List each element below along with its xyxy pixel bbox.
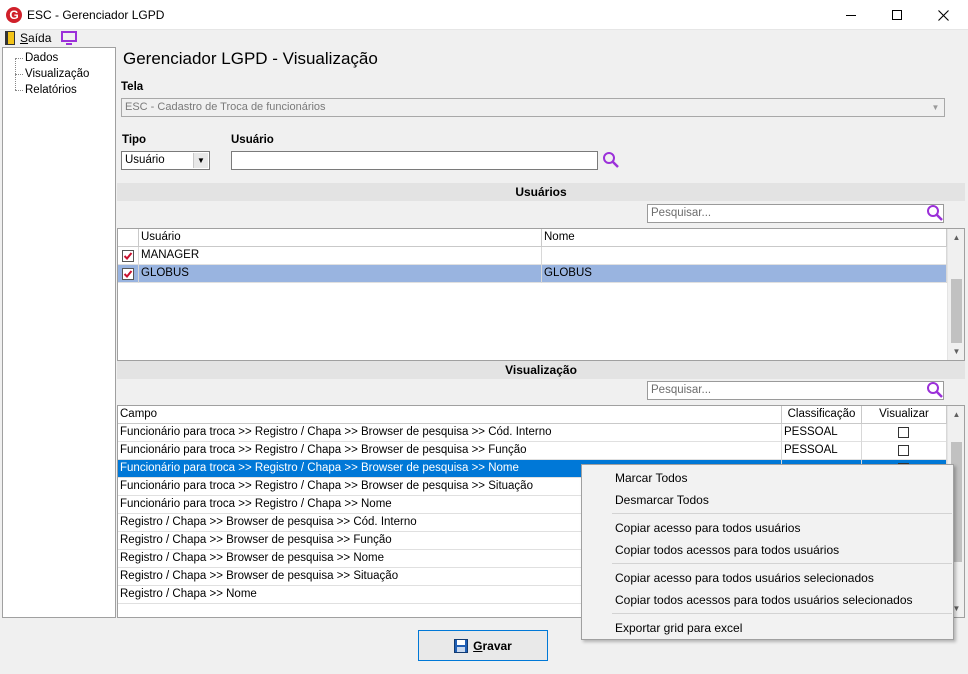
row-indicator-header	[118, 229, 139, 247]
tree-connector	[15, 90, 23, 91]
usuarios-section-header: Usuários	[117, 183, 965, 201]
save-button[interactable]: Gravar	[418, 630, 548, 661]
cell-campo: Funcionário para troca >> Registro / Cha…	[118, 424, 782, 442]
menu-separator	[612, 513, 952, 514]
visualizacao-grid-header: Campo Classificação Visualizar	[118, 406, 947, 424]
maximize-icon	[892, 10, 902, 20]
window-title: ESC - Gerenciador LGPD	[27, 8, 165, 22]
context-menu: Marcar Todos Desmarcar Todos Copiar aces…	[581, 464, 954, 640]
scroll-up-icon[interactable]: ▲	[948, 229, 964, 246]
cell-nome: GLOBUS	[542, 265, 947, 283]
floppy-disk-icon	[454, 638, 469, 653]
visualizar-checkbox[interactable]	[898, 427, 909, 438]
close-icon	[937, 9, 949, 21]
checkmark-icon	[123, 270, 133, 278]
cell-nome	[542, 247, 947, 265]
usuarios-grid: Usuário Nome MANAGER GLOBUS GLOBUS ▲ ▼	[117, 228, 965, 361]
cell-usuario: GLOBUS	[139, 265, 542, 283]
chevron-down-icon: ▼	[193, 153, 208, 168]
visualizacao-search-button[interactable]	[926, 381, 944, 402]
tipo-label: Tipo	[122, 134, 147, 146]
sidebar-item-visualizacao[interactable]: Visualização	[25, 68, 89, 80]
menu-item-copiar-acesso-todos[interactable]: Copiar acesso para todos usuários	[615, 521, 800, 535]
tipo-select[interactable]: Usuário ▼	[121, 151, 210, 170]
menu-item-desmarcar-todos[interactable]: Desmarcar Todos	[615, 493, 709, 507]
column-header-campo[interactable]: Campo	[118, 406, 782, 424]
exit-menu-item[interactable]: Saída	[20, 31, 51, 45]
tree-connector	[15, 58, 23, 59]
menu-item-copiar-acesso-selecionados[interactable]: Copiar acesso para todos usuários seleci…	[615, 571, 874, 585]
minimize-button[interactable]	[828, 0, 874, 30]
search-button[interactable]	[602, 151, 620, 172]
visualizacao-section-header: Visualização	[117, 361, 965, 379]
cell-classificacao: PESSOAL	[782, 442, 862, 460]
scroll-down-icon[interactable]: ▼	[948, 343, 964, 360]
cell-usuario: MANAGER	[139, 247, 542, 265]
column-header-visualizar[interactable]: Visualizar	[862, 406, 947, 424]
tela-label: Tela	[121, 81, 144, 93]
save-button-label: Gravar	[473, 638, 512, 653]
usuarios-vertical-scrollbar[interactable]: ▲ ▼	[947, 229, 964, 360]
checkmark-icon	[123, 252, 133, 260]
scroll-up-icon[interactable]: ▲	[948, 406, 964, 423]
column-header-nome[interactable]: Nome	[542, 229, 947, 247]
title-bar: G ESC - Gerenciador LGPD	[0, 0, 968, 30]
usuario-input[interactable]	[231, 151, 598, 170]
exit-door-icon	[5, 31, 15, 45]
row-checkbox-cell	[118, 265, 139, 283]
tipo-value: Usuário	[125, 154, 165, 166]
row-checkbox[interactable]	[122, 268, 134, 280]
tree-connector	[15, 74, 23, 75]
cell-visualizar	[862, 442, 947, 460]
menu-separator	[612, 613, 952, 614]
sidebar-item-relatorios[interactable]: Relatórios	[25, 84, 77, 96]
search-icon	[927, 382, 943, 398]
menu-item-copiar-todos-acessos-selecionados[interactable]: Copiar todos acessos para todos usuários…	[615, 593, 913, 607]
tela-value: ESC - Cadastro de Troca de funcionários	[125, 101, 326, 113]
menu-item-exportar-excel[interactable]: Exportar grid para excel	[615, 621, 742, 635]
usuarios-search-input[interactable]: Pesquisar...	[647, 204, 944, 223]
visualizacao-search-input[interactable]: Pesquisar...	[647, 381, 944, 400]
tela-select[interactable]: ESC - Cadastro de Troca de funcionários …	[121, 98, 945, 117]
row-checkbox-cell	[118, 247, 139, 265]
table-row[interactable]: Funcionário para troca >> Registro / Cha…	[118, 424, 947, 442]
table-row[interactable]: MANAGER	[118, 247, 947, 265]
sidebar-item-dados[interactable]: Dados	[25, 52, 58, 64]
usuarios-search-button[interactable]	[926, 204, 944, 225]
usuarios-grid-header: Usuário Nome	[118, 229, 947, 247]
app-logo-icon: G	[6, 7, 22, 23]
table-row[interactable]: GLOBUS GLOBUS	[118, 265, 947, 283]
minimize-icon	[846, 14, 856, 16]
search-icon	[603, 152, 619, 168]
cell-campo: Funcionário para troca >> Registro / Cha…	[118, 442, 782, 460]
menu-separator	[612, 563, 952, 564]
usuario-label: Usuário	[231, 134, 274, 146]
sidebar-tree: Dados Visualização Relatórios	[2, 47, 116, 618]
cell-classificacao: PESSOAL	[782, 424, 862, 442]
close-button[interactable]	[920, 0, 966, 30]
menu-item-marcar-todos[interactable]: Marcar Todos	[615, 471, 687, 485]
monitor-icon[interactable]	[61, 31, 77, 48]
chevron-down-icon: ▼	[931, 103, 940, 112]
table-row[interactable]: Funcionário para troca >> Registro / Cha…	[118, 442, 947, 460]
scroll-thumb[interactable]	[951, 279, 962, 343]
search-icon	[927, 205, 943, 221]
row-checkbox[interactable]	[122, 250, 134, 262]
page-title: Gerenciador LGPD - Visualização	[123, 49, 378, 68]
menu-bar: Saída	[0, 30, 968, 47]
menu-item-copiar-todos-acessos-todos[interactable]: Copiar todos acessos para todos usuários	[615, 543, 839, 557]
column-header-classificacao[interactable]: Classificação	[782, 406, 862, 424]
maximize-button[interactable]	[874, 0, 920, 30]
visualizar-checkbox[interactable]	[898, 445, 909, 456]
column-header-usuario[interactable]: Usuário	[139, 229, 542, 247]
cell-visualizar	[862, 424, 947, 442]
